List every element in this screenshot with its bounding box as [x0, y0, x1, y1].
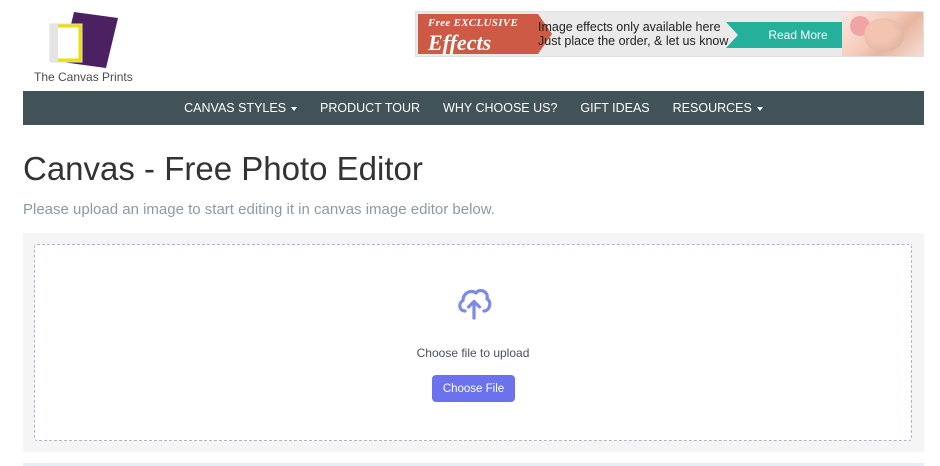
nav-why-choose-us[interactable]: WHY CHOOSE US? — [432, 101, 569, 115]
nav-label: RESOURCES — [672, 101, 752, 115]
nav-resources[interactable]: RESOURCES — [661, 101, 774, 115]
baby-photo — [842, 12, 923, 56]
main-nav: CANVAS STYLES PRODUCT TOUR WHY CHOOSE US… — [23, 91, 924, 125]
nav-label: WHY CHOOSE US? — [443, 101, 558, 115]
promo-banner[interactable]: Free EXCLUSIVE Effects Image effects onl… — [415, 11, 924, 57]
banner-free-label: Free EXCLUSIVE — [428, 17, 519, 29]
read-more-button[interactable]: Read More — [726, 22, 858, 48]
site-logo[interactable]: The Canvas Prints — [34, 12, 144, 84]
page-subtitle: Please upload an image to start editing … — [23, 201, 495, 218]
canvas-logo-icon — [49, 12, 118, 68]
banner-badge: Free EXCLUSIVE Effects — [418, 14, 552, 55]
banner-line-2: Just place the order, & let us know — [538, 34, 729, 48]
choose-file-button[interactable]: Choose File — [432, 375, 515, 402]
caret-down-icon — [756, 106, 763, 111]
caret-down-icon — [291, 106, 298, 111]
page-title: Canvas - Free Photo Editor — [23, 150, 423, 187]
nav-product-tour[interactable]: PRODUCT TOUR — [309, 101, 432, 115]
banner-text: Image effects only available here Just p… — [538, 20, 728, 48]
banner-effects-label: Effects — [428, 30, 492, 55]
nav-gift-ideas[interactable]: GIFT IDEAS — [569, 101, 661, 115]
nav-canvas-styles[interactable]: CANVAS STYLES — [173, 101, 309, 115]
logo-text: The Canvas Prints — [34, 70, 133, 84]
nav-label: CANVAS STYLES — [184, 101, 287, 115]
cloud-upload-icon — [458, 288, 492, 320]
file-dropzone[interactable]: Choose file to upload Choose File — [34, 244, 912, 441]
baby-face-shape — [864, 18, 904, 52]
nav-label: PRODUCT TOUR — [320, 101, 421, 115]
banner-line-1: Image effects only available here — [538, 20, 721, 34]
upload-label: Choose file to upload — [416, 346, 530, 360]
nav-label: GIFT IDEAS — [580, 101, 650, 115]
upload-panel: Choose file to upload Choose File — [23, 233, 924, 452]
